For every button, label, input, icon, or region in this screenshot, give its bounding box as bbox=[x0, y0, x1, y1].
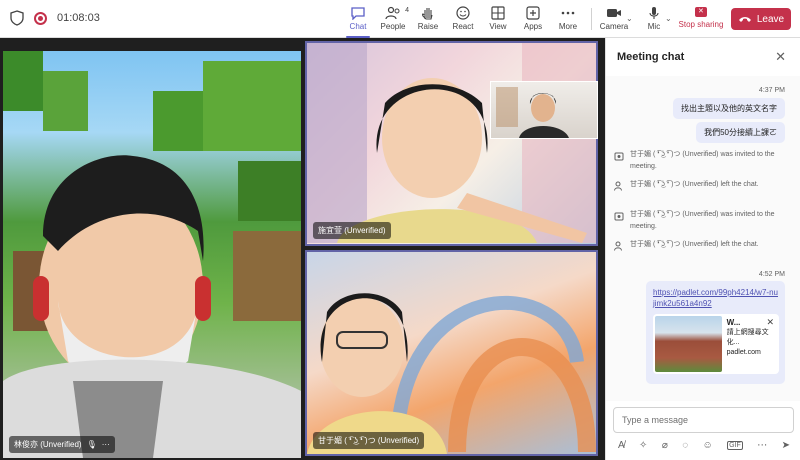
video-tile-participant-3[interactable]: 甘于媚 ( ͡❛ ͜ʖ ͡❛ )つ (Unverified) bbox=[305, 250, 598, 456]
camera-button-label: Camera bbox=[599, 22, 629, 31]
message-timestamp: 4:52 PM bbox=[758, 271, 785, 278]
apps-button[interactable]: Apps bbox=[515, 4, 551, 34]
stop-sharing-button[interactable]: Stop sharing bbox=[676, 4, 726, 34]
self-view-video[interactable] bbox=[490, 81, 598, 139]
meeting-timer: 01:08:03 bbox=[57, 12, 100, 24]
view-button-label: View bbox=[489, 22, 507, 31]
raise-button-label: Raise bbox=[417, 22, 439, 31]
system-message-text: 甘于媚 ( ͡❛ ͜ʖ ͡❛ )つ (Unverified) was invit… bbox=[630, 211, 775, 230]
participant-name-tag: 林俊亦 (Unverified) 🎙 ··· bbox=[9, 436, 115, 453]
system-message: 甘于媚 ( ͡❛ ͜ʖ ͡❛ )つ (Unverified) was invit… bbox=[614, 149, 784, 173]
more-icon bbox=[561, 11, 575, 15]
apps-icon bbox=[526, 6, 540, 20]
format-icon[interactable]: A̸ bbox=[618, 440, 625, 451]
system-message: 甘于媚 ( ͡❛ ͜ʖ ͡❛ )つ (Unverified) left the … bbox=[614, 179, 784, 191]
mic-button-label: Mic bbox=[647, 22, 661, 31]
system-message: 甘于媚 ( ͡❛ ͜ʖ ͡❛ )つ (Unverified) was invit… bbox=[614, 209, 784, 233]
link-preview-image bbox=[655, 316, 722, 372]
chat-message[interactable]: 找出主題以及他的英文名字 bbox=[673, 98, 785, 119]
people-button[interactable]: 4 People bbox=[375, 4, 411, 34]
people-count: 4 bbox=[405, 7, 409, 14]
participant-name-tag: 甘于媚 ( ͡❛ ͜ʖ ͡❛ )つ (Unverified) bbox=[313, 432, 425, 449]
chat-title: Meeting chat bbox=[617, 51, 685, 63]
system-message-text: 甘于媚 ( ͡❛ ͜ʖ ͡❛ )つ (Unverified) was invit… bbox=[630, 151, 775, 170]
toolbar-left: 01:08:03 bbox=[10, 10, 100, 26]
participant-name: 甘于媚 ( ͡❛ ͜ʖ ͡❛ )つ (Unverified) bbox=[318, 436, 420, 445]
toolbar-divider bbox=[591, 8, 592, 30]
phone-hangup-icon bbox=[738, 17, 751, 22]
person-left-icon bbox=[614, 241, 622, 251]
gif-icon[interactable]: GIF bbox=[727, 440, 743, 450]
self-video bbox=[496, 87, 569, 138]
system-message: 甘于媚 ( ͡❛ ͜ʖ ͡❛ )つ (Unverified) left the … bbox=[614, 239, 784, 251]
camera-icon bbox=[607, 9, 621, 17]
react-icon bbox=[456, 6, 470, 20]
person-left-icon bbox=[614, 181, 622, 191]
video-tile-participant-2[interactable]: 施宜萱 (Unverified) bbox=[305, 41, 598, 246]
meeting-toolbar: 01:08:03 Chat 4 People Raise React View … bbox=[0, 0, 800, 38]
video-tile-participant-1[interactable]: 林俊亦 (Unverified) 🎙 ··· bbox=[3, 51, 301, 458]
video-stage: 林俊亦 (Unverified) 🎙 ··· 施宜萱 (Unverified) bbox=[0, 38, 605, 460]
link-preview-card[interactable]: W... 請上網搜尋文化... padlet.com ✕ bbox=[653, 314, 779, 374]
participant-video bbox=[307, 293, 596, 454]
more-options-icon[interactable]: ··· bbox=[102, 440, 110, 449]
system-message-text: 甘于媚 ( ͡❛ ͜ʖ ͡❛ )つ (Unverified) left the … bbox=[630, 241, 759, 248]
apps-button-label: Apps bbox=[523, 22, 543, 31]
invite-icon bbox=[614, 212, 624, 221]
participant-name: 施宜萱 (Unverified) bbox=[318, 226, 386, 235]
chat-message-list[interactable]: 4:37 PM 找出主題以及他的英文名字 我們50分接續上課ㄛ 甘于媚 ( ͡❛… bbox=[606, 76, 800, 401]
chat-button[interactable]: Chat bbox=[340, 4, 376, 38]
mic-icon: 🎙 bbox=[86, 440, 97, 449]
shield-icon[interactable] bbox=[10, 10, 24, 26]
message-link[interactable]: https://padlet.com/99ph4214/w7-nujimk2u5… bbox=[653, 287, 778, 309]
stop-sharing-icon bbox=[695, 7, 707, 17]
stop-sharing-label: Stop sharing bbox=[678, 20, 724, 29]
raise-hand-button[interactable]: Raise bbox=[410, 4, 446, 34]
link-preview-description: 請上網搜尋文化... bbox=[726, 329, 769, 346]
emoji-icon[interactable]: ☺ bbox=[703, 440, 713, 451]
people-icon bbox=[385, 6, 400, 20]
raise-hand-icon bbox=[422, 8, 433, 20]
leave-label: Leave bbox=[756, 13, 785, 25]
attach-icon[interactable]: ⌀ bbox=[662, 440, 668, 451]
compose-toolbar: A̸ ✧ ⌀ ◌ ☺ GIF ⋯ ➤ bbox=[618, 438, 790, 452]
recording-icon bbox=[34, 11, 47, 25]
send-icon[interactable]: ➤ bbox=[782, 440, 790, 451]
teams-meeting-window: 01:08:03 Chat 4 People Raise React View … bbox=[0, 0, 800, 460]
chat-header: Meeting chat ✕ bbox=[606, 38, 800, 76]
participant-name-tag: 施宜萱 (Unverified) bbox=[313, 222, 391, 239]
close-icon[interactable]: ✕ bbox=[766, 317, 774, 328]
people-button-label: People bbox=[380, 22, 406, 31]
sparkle-icon[interactable]: ✧ bbox=[639, 440, 647, 451]
view-icon bbox=[491, 6, 505, 20]
participant-name: 林俊亦 (Unverified) bbox=[14, 440, 82, 449]
camera-options-chevron-icon[interactable]: ⌄ bbox=[626, 14, 633, 23]
chat-message[interactable]: 我們50分接續上課ㄛ bbox=[696, 122, 785, 143]
react-button[interactable]: React bbox=[445, 4, 481, 34]
loop-icon[interactable]: ◌ bbox=[682, 440, 688, 451]
system-message-text: 甘于媚 ( ͡❛ ͜ʖ ͡❛ )つ (Unverified) left the … bbox=[630, 181, 759, 188]
react-button-label: React bbox=[452, 22, 474, 31]
mic-options-chevron-icon[interactable]: ⌄ bbox=[665, 14, 672, 23]
leave-button[interactable]: Leave bbox=[731, 8, 791, 30]
meeting-chat-panel: Meeting chat ✕ 4:37 PM 找出主題以及他的英文名字 我們50… bbox=[605, 38, 800, 460]
participant-video bbox=[3, 51, 301, 458]
link-message[interactable]: https://padlet.com/99ph4214/w7-nujimk2u5… bbox=[646, 281, 785, 384]
view-button[interactable]: View bbox=[480, 4, 516, 34]
more-icon[interactable]: ⋯ bbox=[757, 440, 767, 451]
more-button[interactable]: More bbox=[550, 4, 586, 34]
close-icon[interactable]: ✕ bbox=[775, 49, 786, 65]
chat-button-label: Chat bbox=[349, 22, 367, 31]
link-preview-domain: padlet.com bbox=[726, 349, 761, 356]
more-button-label: More bbox=[558, 22, 578, 31]
chat-icon bbox=[351, 7, 365, 20]
mic-icon bbox=[649, 7, 659, 19]
message-timestamp: 4:37 PM bbox=[758, 87, 785, 94]
invite-icon bbox=[614, 152, 624, 161]
participant-video bbox=[307, 43, 596, 243]
message-input[interactable]: Type a message bbox=[613, 407, 794, 433]
